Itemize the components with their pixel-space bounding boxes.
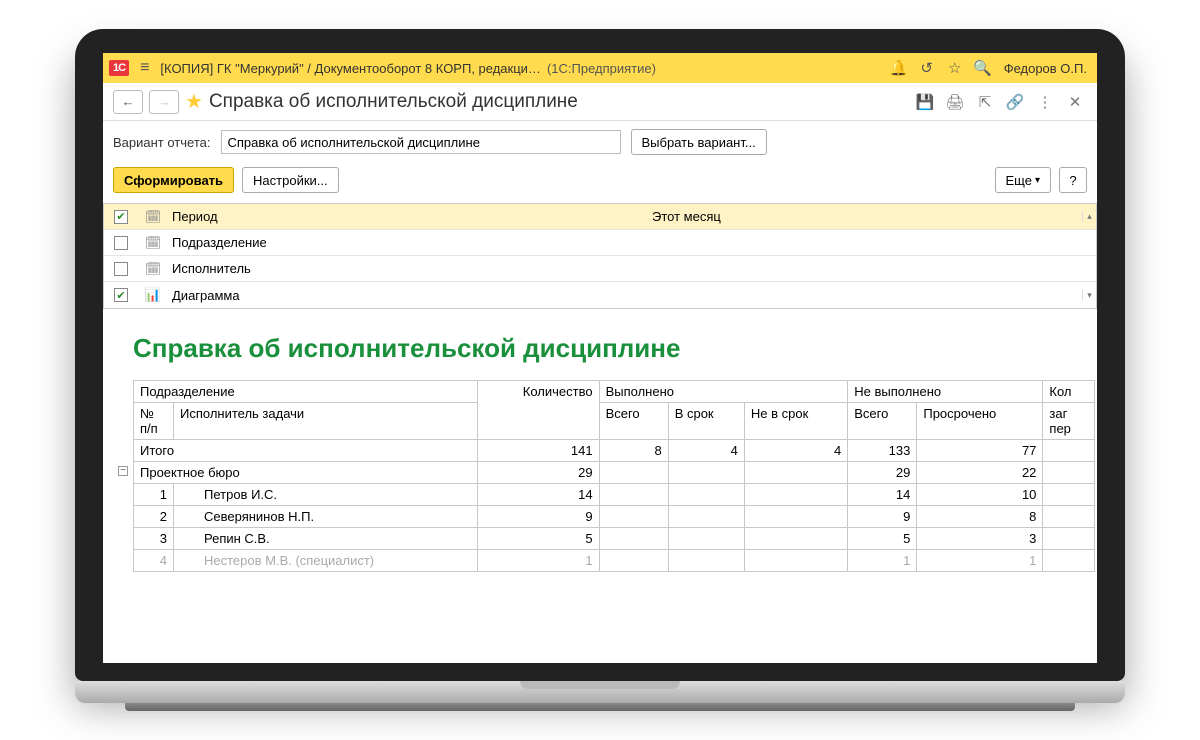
table-row[interactable]: 3 Репин С.В. 5 5 3 — [134, 528, 1095, 550]
logo-1c: 1C — [109, 60, 129, 76]
filter-name: Период — [168, 209, 652, 224]
variant-label: Вариант отчета: — [113, 135, 211, 150]
table-header-row: Подразделение Количество Выполнено Не вы… — [134, 381, 1095, 403]
chart-icon: 📊 — [138, 287, 168, 303]
laptop-foot — [125, 703, 1075, 711]
calendar-icon: 🗓 — [138, 209, 168, 225]
filter-name: Подразделение — [168, 235, 652, 250]
checkbox[interactable]: ✔ — [114, 210, 128, 224]
menu-icon[interactable]: ≡ — [135, 59, 154, 77]
checkbox[interactable]: ✔ — [114, 288, 128, 302]
scroll-up-icon[interactable]: ▴ — [1082, 211, 1096, 222]
forward-button: → — [149, 90, 179, 114]
search-icon[interactable]: 🔍 — [972, 59, 994, 77]
window-title: [КОПИЯ] ГК "Меркурий" / Документооборот … — [160, 61, 541, 76]
report-area: Справка об исполнительской дисциплине По… — [103, 315, 1097, 663]
calendar-icon: 🗓 — [138, 261, 168, 277]
favorite-star-icon[interactable]: ★ — [185, 89, 203, 114]
settings-button[interactable]: Настройки... — [242, 167, 339, 193]
bell-icon[interactable]: 🔔 — [888, 59, 910, 77]
choose-variant-button[interactable]: Выбрать вариант... — [631, 129, 767, 155]
chevron-down-icon: ▾ — [1035, 175, 1040, 186]
app-window: 1C ≡ [КОПИЯ] ГК "Меркурий" / Документооб… — [103, 53, 1097, 663]
star-icon[interactable]: ☆ — [944, 59, 966, 77]
table-totals-row: Итого 141 8 4 4 133 77 — [134, 440, 1095, 462]
print-icon[interactable]: 🖨 — [943, 93, 967, 111]
back-button[interactable]: ← — [113, 90, 143, 114]
scroll-down-icon[interactable]: ▾ — [1082, 290, 1096, 301]
window-subtitle: (1С:Предприятие) — [547, 61, 656, 76]
checkbox[interactable] — [114, 236, 128, 250]
action-row: Сформировать Настройки... Еще ▾ ? — [103, 163, 1097, 203]
page-title: Справка об исполнительской дисциплине — [209, 91, 578, 113]
save-icon[interactable]: 💾 — [913, 93, 937, 111]
more-button[interactable]: Еще ▾ — [995, 167, 1051, 193]
laptop-frame: 1C ≡ [КОПИЯ] ГК "Меркурий" / Документооб… — [75, 29, 1125, 711]
table-row[interactable]: 1 Петров И.С. 14 14 10 — [134, 484, 1095, 506]
variant-row: Вариант отчета: Выбрать вариант... — [103, 121, 1097, 163]
title-bar: 1C ≡ [КОПИЯ] ГК "Меркурий" / Документооб… — [103, 53, 1097, 83]
filter-row-period[interactable]: ✔ 🗓 Период Этот месяц ▴ — [104, 204, 1096, 230]
table-header-row: № п/п Исполнитель задачи Всего В срок Не… — [134, 403, 1095, 440]
calendar-icon: 🗓 — [138, 235, 168, 251]
filters-panel: ✔ 🗓 Период Этот месяц ▴ 🗓 Подразделение … — [103, 203, 1097, 309]
user-name[interactable]: Федоров О.П. — [1000, 61, 1091, 76]
form-button[interactable]: Сформировать — [113, 167, 234, 193]
collapse-icon[interactable]: − — [118, 466, 128, 476]
filter-value: Этот месяц — [652, 209, 1082, 224]
filter-name: Диаграмма — [168, 288, 652, 303]
screen-bezel: 1C ≡ [КОПИЯ] ГК "Меркурий" / Документооб… — [75, 29, 1125, 681]
page-toolbar: ← → ★ Справка об исполнительской дисципл… — [103, 83, 1097, 121]
filter-row-diagram[interactable]: ✔ 📊 Диаграмма ▾ — [104, 282, 1096, 308]
filter-name: Исполнитель — [168, 261, 652, 276]
help-button[interactable]: ? — [1059, 167, 1087, 193]
report-table: Подразделение Количество Выполнено Не вы… — [133, 380, 1095, 572]
checkbox[interactable] — [114, 262, 128, 276]
link-icon[interactable]: 🔗 — [1003, 93, 1027, 111]
filter-row-executor[interactable]: 🗓 Исполнитель — [104, 256, 1096, 282]
report-title: Справка об исполнительской дисциплине — [133, 327, 1095, 380]
export-icon[interactable]: ⇱ — [973, 93, 997, 111]
close-icon[interactable]: ✕ — [1063, 93, 1087, 111]
history-icon[interactable]: ↺ — [916, 59, 938, 77]
table-group-row[interactable]: −Проектное бюро 29 29 22 — [134, 462, 1095, 484]
table-row[interactable]: 2 Северянинов Н.П. 9 9 8 — [134, 506, 1095, 528]
laptop-base — [75, 681, 1125, 703]
table-row[interactable]: 4 Нестеров М.В. (специалист) 1 1 1 — [134, 550, 1095, 572]
variant-input[interactable] — [221, 130, 621, 154]
filter-row-department[interactable]: 🗓 Подразделение — [104, 230, 1096, 256]
more-icon[interactable]: ⋮ — [1033, 93, 1057, 111]
